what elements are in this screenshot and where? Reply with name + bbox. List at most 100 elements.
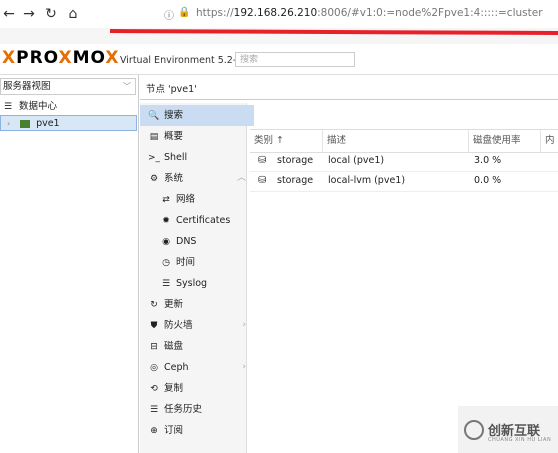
menu-label: Ceph — [164, 362, 189, 373]
tree-item-datacenter[interactable]: ☰ 数据中心 — [0, 99, 137, 115]
url-host: 192.168.26.210 — [233, 7, 318, 19]
address-bar[interactable]: ⓘ 🔒 https://192.168.26.210:8006/#v1:0:=n… — [158, 4, 558, 24]
chevron-right-icon: › — [242, 320, 246, 330]
chevron-right-icon: › — [242, 362, 246, 372]
column-header-description[interactable]: 描述 — [322, 130, 466, 152]
menu-label: 搜索 — [164, 110, 184, 121]
server-icon: ☰ — [4, 102, 13, 112]
hdd-icon: ⊟ — [150, 342, 158, 352]
support-icon: ⊕ — [150, 426, 158, 436]
tree-item-label: pve1 — [36, 118, 60, 129]
search-input[interactable]: 搜索 — [235, 52, 355, 67]
redaction-bar — [110, 29, 558, 35]
list-icon: ☰ — [161, 279, 171, 289]
menu-label: 时间 — [176, 257, 196, 268]
terminal-icon: >_ — [148, 153, 161, 163]
node-menu: 🔍 搜索 ▤ 概要 >_ Shell ⚙ 系统 ︿ ⇄ 网络 ✹ Certificates ◉… — [140, 103, 254, 453]
cell-disk-usage: 3.0 % — [474, 155, 502, 166]
tree-item-label: 数据中心 — [19, 101, 58, 112]
ceph-icon: ◎ — [150, 363, 158, 373]
chevron-up-icon: ︿ — [236, 173, 246, 183]
menu-item-network[interactable]: ⇄ 网络 — [140, 189, 266, 210]
storage-icon: ⛁ — [258, 175, 267, 186]
view-selector-label: 服务器视图 — [3, 81, 51, 92]
reload-icon[interactable]: ↻ — [42, 5, 60, 23]
menu-item-certificates[interactable]: ✹ Certificates — [140, 210, 266, 231]
menu-item-system[interactable]: ⚙ 系统 ︿ — [140, 168, 254, 189]
menu-label: Shell — [164, 152, 188, 163]
menu-label: 任务历史 — [164, 404, 203, 415]
list-alt-icon: ☰ — [149, 405, 159, 415]
menu-label: 网络 — [176, 194, 196, 205]
forward-icon[interactable]: → — [20, 5, 38, 23]
menu-label: Certificates — [176, 215, 231, 226]
home-icon[interactable]: ⌂ — [64, 5, 82, 23]
cell-description: local (pve1) — [328, 155, 385, 166]
table-row[interactable]: ⛁ storage local-lvm (pve1) 0.0 % — [250, 171, 558, 192]
gears-icon: ⚙ — [149, 174, 159, 184]
column-header-memory[interactable]: 内 — [540, 130, 558, 152]
version-label: Virtual Environment 5.2-1 — [120, 55, 243, 66]
book-icon: ▤ — [149, 132, 159, 142]
watermark-subtext: CHUANG XIN HU LIAN — [488, 437, 552, 443]
menu-item-task-history[interactable]: ☰ 任务历史 — [140, 399, 254, 420]
watermark-logo-icon — [464, 420, 484, 440]
menu-label: 订阅 — [164, 425, 184, 436]
menu-label: 系统 — [164, 173, 184, 184]
node-online-icon — [20, 119, 31, 128]
menu-label: 磁盘 — [164, 341, 184, 352]
menu-item-time[interactable]: ◷ 时间 — [140, 252, 266, 273]
menu-label: Syslog — [176, 278, 208, 289]
menu-item-search[interactable]: 🔍 搜索 — [140, 105, 254, 126]
cell-disk-usage: 0.0 % — [474, 175, 502, 186]
column-header-type[interactable]: 类别 ↑ — [250, 130, 320, 152]
menu-item-disks[interactable]: ⊟ 磁盘 — [140, 336, 254, 357]
menu-label: 概要 — [164, 131, 184, 142]
back-icon[interactable]: ← — [0, 5, 18, 23]
menu-item-syslog[interactable]: ☰ Syslog — [140, 273, 266, 294]
url-prefix: https:// — [196, 7, 234, 19]
expand-icon[interactable]: › — [7, 116, 17, 132]
menu-label: 防火墙 — [164, 320, 193, 331]
grid-header: 类别 ↑ 描述 磁盘使用率 内 — [250, 129, 558, 153]
table-row[interactable]: ⛁ storage local (pve1) 3.0 % — [250, 151, 558, 172]
menu-item-ceph[interactable]: ◎ Ceph › — [140, 357, 254, 378]
chevron-down-icon: ﹀ — [123, 82, 131, 91]
search-results-grid: 类别 ↑ 描述 磁盘使用率 内 ⛁ storage local (pve1) 3… — [250, 129, 558, 192]
url-text[interactable]: https://192.168.26.210:8006/#v1:0:=node%… — [196, 7, 543, 19]
insecure-lock-icon[interactable]: 🔒 — [178, 7, 190, 18]
menu-label: 更新 — [164, 299, 184, 310]
menu-item-firewall[interactable]: ⛊ 防火墙 › — [140, 315, 254, 336]
certificate-icon: ✹ — [162, 216, 170, 226]
shield-icon: ⛊ — [150, 321, 158, 331]
clock-icon: ◷ — [162, 258, 170, 268]
browser-toolbar: ← → ↻ ⌂ ⓘ 🔒 https://192.168.26.210:8006/… — [0, 0, 558, 28]
cell-type: storage — [277, 155, 314, 166]
resource-tree: 服务器视图 ﹀ ☰ 数据中心 › pve1 — [0, 75, 139, 453]
retweet-icon: ⟲ — [150, 384, 158, 394]
exchange-icon: ⇄ — [162, 195, 170, 205]
info-icon[interactable]: ⓘ — [164, 7, 174, 22]
cell-type: storage — [277, 175, 314, 186]
cell-description: local-lvm (pve1) — [328, 175, 406, 186]
storage-icon: ⛁ — [258, 155, 267, 166]
search-icon: 🔍 — [148, 111, 160, 121]
url-rest: :8006/#v1:0:=node%2Fpve1:4:::::=cluster — [317, 7, 543, 19]
globe-icon: ◉ — [162, 237, 170, 247]
refresh-icon: ↻ — [150, 300, 158, 310]
menu-item-subscription[interactable]: ⊕ 订阅 — [140, 420, 254, 441]
menu-item-replication[interactable]: ⟲ 复制 — [140, 378, 254, 399]
menu-label: DNS — [176, 236, 197, 247]
menu-item-shell[interactable]: >_ Shell — [140, 147, 254, 168]
node-title: 节点 'pve1' — [140, 80, 558, 100]
tree-item-pve1[interactable]: › pve1 — [0, 115, 137, 131]
proxmox-logo: XPROXMOX — [2, 48, 120, 68]
menu-label: 复制 — [164, 383, 184, 394]
pve-header: XPROXMOX Virtual Environment 5.2-1 搜索 — [0, 44, 558, 75]
menu-item-summary[interactable]: ▤ 概要 — [140, 126, 254, 147]
menu-item-updates[interactable]: ↻ 更新 — [140, 294, 254, 315]
column-header-disk-usage[interactable]: 磁盘使用率 — [468, 130, 538, 152]
watermark: 创新互联 CHUANG XIN HU LIAN — [458, 406, 558, 453]
menu-item-dns[interactable]: ◉ DNS — [140, 231, 266, 252]
view-selector[interactable]: 服务器视图 ﹀ — [0, 78, 136, 95]
